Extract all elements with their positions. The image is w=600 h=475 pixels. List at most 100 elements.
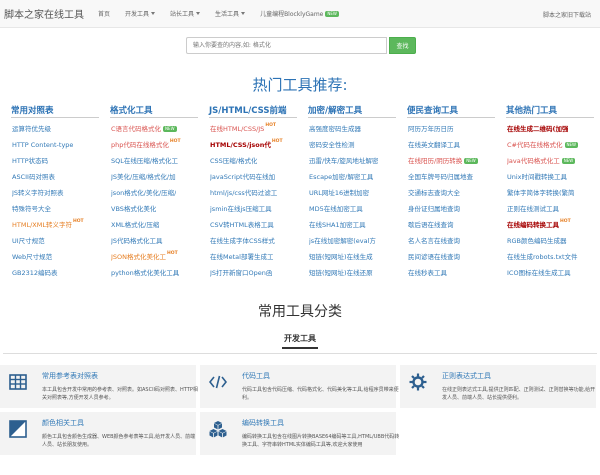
hot-badge: HOT — [271, 139, 283, 144]
tool-link[interactable]: Web尺寸规范 — [11, 249, 110, 265]
tool-link[interactable]: XML格式化/压缩 — [110, 217, 209, 233]
tool-link[interactable]: 在线阳历/阴历转换 NEW — [407, 153, 506, 169]
tool-link[interactable]: GB2312编码表 — [11, 265, 110, 281]
tool-link[interactable]: JSON格式化美化工 HOT — [110, 249, 209, 265]
tool-link[interactable]: ICO图标在线生成工具 — [506, 265, 600, 281]
tab-dev-tools[interactable]: 开发工具 — [282, 333, 318, 349]
tool-link-label: 在线阳历/阴历转换 — [408, 157, 463, 165]
nav-home[interactable]: 首页 — [98, 9, 110, 18]
tool-link[interactable]: RGB颜色编码生成器 — [506, 233, 600, 249]
chevron-down-icon — [151, 12, 156, 15]
nav-old-download-link[interactable]: 脚本之家旧下载站 — [543, 10, 591, 19]
column-divider — [209, 117, 297, 118]
tool-link[interactable]: 歇后语在线查询 — [407, 217, 506, 233]
column-heading[interactable]: 格式化工具 — [110, 104, 209, 117]
column-heading[interactable]: 加密/解密工具 — [308, 104, 407, 117]
tool-link[interactable]: Java代码格式化工 NEW — [506, 153, 600, 169]
nav-webmaster-tools-dropdown[interactable]: 站长工具 — [170, 9, 201, 18]
tool-link[interactable]: 民间谚语在线查询 — [407, 249, 506, 265]
tool-link[interactable]: json格式化/美化/压缩/ — [110, 185, 209, 201]
tool-link[interactable]: JS美化/压缩/格式化/加 — [110, 169, 209, 185]
tool-link[interactable]: Escape加密/解密工具 — [308, 169, 407, 185]
column-heading[interactable]: 便民查询工具 — [407, 104, 506, 117]
tool-link[interactable]: JS代码格式化工具 — [110, 233, 209, 249]
site-brand[interactable]: 脚本之家在线工具 — [4, 6, 84, 21]
tool-link-label: 短链(短网址)在线生成 — [309, 253, 373, 261]
tool-link[interactable]: JS打开新窗口Open函 — [209, 265, 308, 281]
tool-link[interactable]: 运算符优先级 — [11, 121, 110, 137]
tool-link[interactable]: 密码安全性检测 — [308, 137, 407, 153]
tool-link-label: js在线加密解密(eval方 — [309, 237, 376, 245]
tool-link-label: 在线Metal部署生成工 — [210, 253, 274, 261]
tool-link[interactable]: UI尺寸规范 — [11, 233, 110, 249]
tool-link[interactable]: 阿历万年历日历 — [407, 121, 506, 137]
tool-link[interactable]: HTML/CSS/json代 HOT — [209, 137, 308, 153]
tool-link[interactable]: 在线生成字体CSS样式 — [209, 233, 308, 249]
tool-link[interactable]: 在线SHA1加密工具 — [308, 217, 407, 233]
tool-link[interactable]: 交通标志查询大全 — [407, 185, 506, 201]
tool-link[interactable]: 在线Metal部署生成工 — [209, 249, 308, 265]
column-heading[interactable]: 其他热门工具 — [506, 104, 600, 117]
tool-link[interactable]: HTTP状态码 — [11, 153, 110, 169]
tool-link[interactable]: HTML/XML转义字符 HOT — [11, 217, 110, 233]
tool-link[interactable]: 身份证归属地查询 — [407, 201, 506, 217]
tool-link[interactable]: 在线编码转换工具 HOT — [506, 217, 600, 233]
tool-link-label: 在线生成二维码(加强 — [507, 125, 569, 133]
tool-link[interactable]: 高强度密码生成器 — [308, 121, 407, 137]
tool-link[interactable]: 短链(短网址)在线生成 — [308, 249, 407, 265]
category-card[interactable]: 常用参考表对照表 本工具包含开发中常用的参考表、对照表。如ASCII码对照表、HT… — [0, 365, 200, 412]
tool-link[interactable]: CSV转HTML表格工具 — [209, 217, 308, 233]
tool-link[interactable]: MD5在线加密工具 — [308, 201, 407, 217]
tool-link[interactable]: VBS格式化美化 — [110, 201, 209, 217]
category-card[interactable]: 编码转换工具 编码转换工具包含在线图片转换BASE64编码等工具,HTML/UBB… — [200, 412, 400, 459]
tool-link[interactable]: php代码在线格式化 HOT — [110, 137, 209, 153]
tool-link[interactable]: JS转义字符对照表 — [11, 185, 110, 201]
tool-link-label: SQL在线压缩/格式化工 — [111, 157, 179, 165]
card-title[interactable]: 代码工具 — [242, 371, 400, 381]
tool-link[interactable]: C语言代码格式化 NEW — [110, 121, 209, 137]
tool-link[interactable]: JavaScript代码在线加 — [209, 169, 308, 185]
tool-column: 加密/解密工具 高强度密码生成器 密码安全性检测 迅雷/快车/旋风地址解密 Escape… — [308, 104, 407, 281]
tool-link[interactable]: CSS压缩/格式化 — [209, 153, 308, 169]
tool-link[interactable]: 迅雷/快车/旋风地址解密 — [308, 153, 407, 169]
tool-link[interactable]: HTTP Content-type — [11, 137, 110, 153]
tool-link[interactable]: jsmin在线js压缩工具 — [209, 201, 308, 217]
tool-link[interactable]: 在线英文翻译工具 — [407, 137, 506, 153]
tool-link[interactable]: ASCII码对照表 — [11, 169, 110, 185]
tool-link-label: Web尺寸规范 — [12, 253, 53, 261]
column-heading[interactable]: 常用对照表 — [11, 104, 110, 117]
cubes-icon — [209, 420, 227, 438]
category-card[interactable]: 代码工具 代码工具包含代码压缩、代码格式化、代码美化等工具,给程序员带来便利。 — [200, 365, 400, 412]
card-title[interactable]: 颜色相关工具 — [42, 418, 200, 428]
tool-link[interactable]: C#代码在线格式化 NEW — [506, 137, 600, 153]
tool-link[interactable]: python格式化美化工具 — [110, 265, 209, 281]
nav-blockly-game[interactable]: 儿童编程BlocklyGame NEW — [260, 9, 339, 18]
search-button[interactable]: 查找 — [389, 37, 416, 54]
gear-icon — [409, 373, 427, 391]
tool-link[interactable]: 在线HTML/CSS/JS HOT — [209, 121, 308, 137]
search-input[interactable] — [186, 37, 387, 54]
tool-link[interactable]: 繁体字简体字转换(繁简 — [506, 185, 600, 201]
category-card[interactable]: 颜色相关工具 颜色工具包含颜色生成器、WEB颜色参考表等工具,给开发人员、前端人员… — [0, 412, 200, 459]
card-body: 颜色相关工具 颜色工具包含颜色生成器、WEB颜色参考表等工具,给开发人员、前端人员… — [42, 418, 200, 455]
tool-link[interactable]: SQL在线压缩/格式化工 — [110, 153, 209, 169]
tool-link[interactable]: js在线加密解密(eval方 — [308, 233, 407, 249]
tool-link[interactable]: 名人名言在线查询 — [407, 233, 506, 249]
card-title[interactable]: 常用参考表对照表 — [42, 371, 200, 381]
tool-link[interactable]: 在线生成二维码(加强 — [506, 121, 600, 137]
tool-link[interactable]: 正则在线测试工具 — [506, 201, 600, 217]
card-title[interactable]: 正则表达式工具 — [442, 371, 600, 381]
nav-life-tools-dropdown[interactable]: 生活工具 — [215, 9, 246, 18]
tool-link[interactable]: html/js/css代码过滤工 — [209, 185, 308, 201]
tool-link[interactable]: 短链(短网址)在线还原 — [308, 265, 407, 281]
nav-dev-tools-dropdown[interactable]: 开发工具 — [125, 9, 156, 18]
tool-link[interactable]: URL网址16进制加密 — [308, 185, 407, 201]
card-title[interactable]: 编码转换工具 — [242, 418, 400, 428]
category-card[interactable]: 正则表达式工具 在线正则表达式工具,提供正则匹配、正则测试、正则替换等功能,给开发… — [400, 365, 600, 412]
tool-link[interactable]: 在线生成robots.txt文件 — [506, 249, 600, 265]
tool-link[interactable]: Unix时间戳转换工具 — [506, 169, 600, 185]
tool-link[interactable]: 全国车牌号码归属地查 — [407, 169, 506, 185]
column-heading[interactable]: JS/HTML/CSS前端 — [209, 104, 308, 117]
tool-link[interactable]: 在线秒表工具 — [407, 265, 506, 281]
tool-link[interactable]: 特殊符号大全 — [11, 201, 110, 217]
